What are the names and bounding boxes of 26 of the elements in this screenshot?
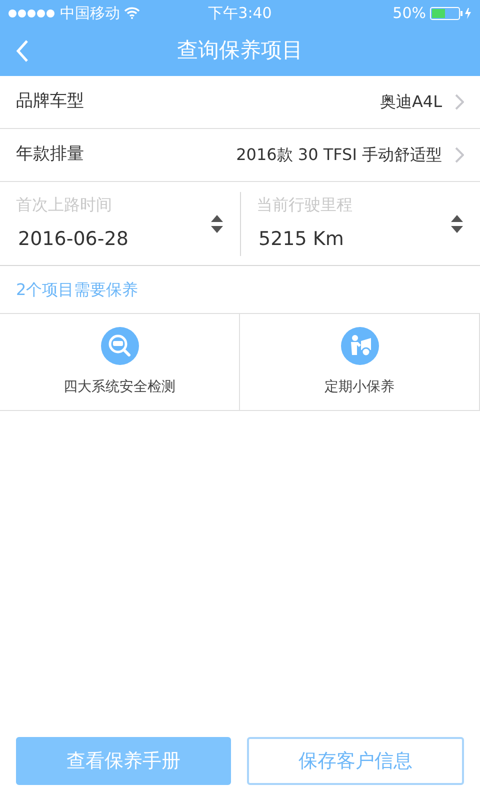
item-label: 定期小保养 (324, 378, 394, 396)
row-label: 品牌车型 (16, 90, 84, 114)
up-down-arrows-icon[interactable] (210, 214, 224, 234)
row-label: 年款排量 (16, 143, 84, 166)
item-label: 四大系统安全检测 (64, 378, 176, 396)
row-value: 奥迪A4L (378, 91, 442, 113)
page-title: 查询保养项目 (177, 37, 303, 64)
wifi-icon (124, 7, 140, 19)
maintenance-count: 2个项目需要保养 (16, 278, 138, 300)
battery-percent: 50% (392, 2, 426, 24)
car-magnifier-icon (100, 326, 138, 364)
mechanic-car-icon (340, 326, 378, 364)
picker-value[interactable]: 5215 Km (256, 225, 450, 254)
maintenance-item[interactable]: 四大系统安全检测 (0, 314, 239, 410)
battery-charging-icon (430, 6, 472, 20)
chevron-right-icon (454, 147, 464, 163)
selection-row[interactable]: 年款排量 2016款 30 TFSI 手动舒适型 (0, 129, 480, 182)
up-down-arrows-icon[interactable] (450, 214, 464, 234)
row-value: 2016款 30 TFSI 手动舒适型 (235, 144, 442, 166)
chevron-right-icon (454, 94, 464, 110)
clock-time: 下午3:40 (207, 2, 273, 24)
picker-value[interactable]: 2016-06-28 (16, 225, 210, 254)
signal-icon (8, 8, 56, 18)
maintenance-item[interactable]: 定期小保养 (239, 314, 480, 410)
carrier-name: 中国移动 (60, 2, 120, 24)
selection-row[interactable]: 品牌车型 奥迪A4L (0, 76, 480, 129)
